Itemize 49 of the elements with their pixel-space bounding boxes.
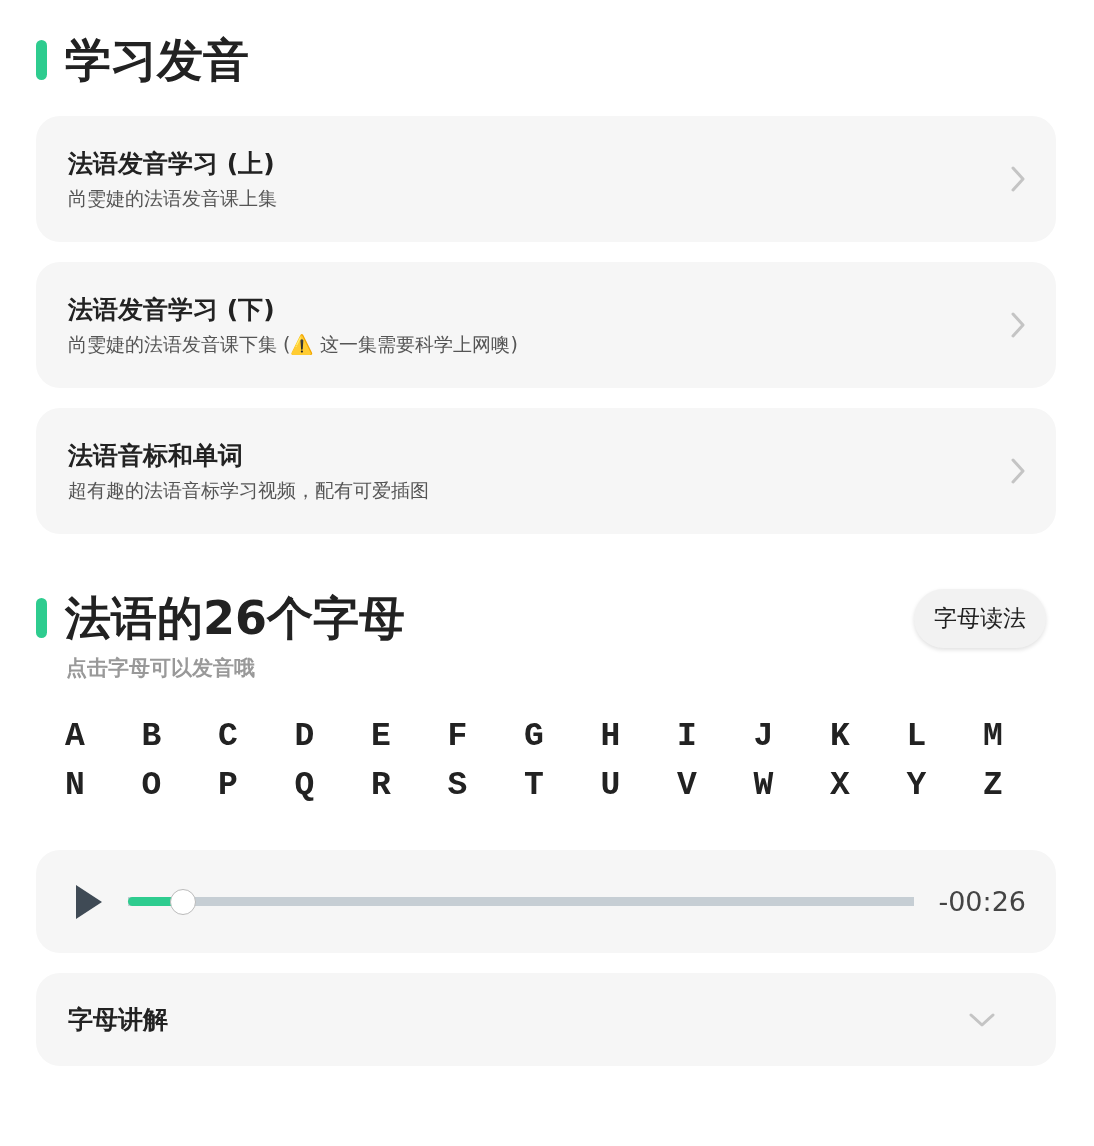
course-subtitle: 尚雯婕的法语发音课上集: [68, 185, 278, 211]
letter-key[interactable]: F: [442, 718, 473, 755]
course-card[interactable]: 法语发音学习 (下) 尚雯婕的法语发音课下集 (⚠ 这一集需要科学上网噢): [36, 262, 1056, 388]
letter-key[interactable]: C: [213, 718, 243, 755]
course-card[interactable]: 法语音标和单词 超有趣的法语音标学习视频，配有可爱插图: [36, 408, 1056, 534]
letter-key[interactable]: A: [60, 718, 90, 755]
course-subtitle: 尚雯婕的法语发音课下集 (⚠ 这一集需要科学上网噢): [68, 331, 519, 357]
letter-key[interactable]: Z: [978, 767, 1008, 804]
pronunciation-button[interactable]: 字母读法: [914, 588, 1046, 648]
letter-key[interactable]: B: [136, 718, 167, 755]
heading-accent: [36, 598, 47, 638]
letter-key[interactable]: H: [595, 718, 626, 755]
letter-key[interactable]: G: [519, 718, 549, 755]
course-card[interactable]: 法语发音学习 (上) 尚雯婕的法语发音课上集: [36, 116, 1056, 242]
chevron-right-icon: [1010, 311, 1026, 339]
heading-accent: [36, 40, 47, 80]
accordion-title: 字母讲解: [68, 1004, 168, 1036]
letter-key[interactable]: D: [289, 718, 320, 755]
course-title: 法语音标和单词: [68, 439, 244, 472]
letter-key[interactable]: E: [366, 718, 396, 755]
hint-text: 点击字母可以发音哦: [66, 655, 256, 682]
letter-key[interactable]: I: [672, 718, 702, 755]
letter-key[interactable]: U: [595, 767, 626, 804]
letter-key[interactable]: L: [901, 718, 932, 755]
course-title: 法语发音学习 (上): [68, 147, 276, 180]
section-heading: 学习发音: [65, 32, 249, 89]
letter-key[interactable]: T: [519, 767, 549, 804]
play-icon[interactable]: [74, 882, 104, 921]
course-subtitle: 超有趣的法语音标学习视频，配有可爱插图: [68, 477, 430, 503]
chevron-right-icon: [1010, 165, 1026, 193]
progress-thumb[interactable]: [170, 888, 197, 915]
letter-key[interactable]: M: [978, 718, 1008, 755]
letter-key[interactable]: N: [60, 767, 90, 804]
letter-key[interactable]: O: [136, 767, 167, 804]
section-heading: 法语的26个字母: [65, 590, 405, 647]
time-remaining: -00:26: [938, 886, 1026, 917]
chevron-right-icon: [1010, 457, 1026, 485]
letter-key[interactable]: X: [825, 767, 855, 804]
letter-key[interactable]: P: [213, 767, 243, 804]
letter-key[interactable]: R: [366, 767, 396, 804]
letter-key[interactable]: V: [672, 767, 702, 804]
letter-key[interactable]: Y: [901, 767, 932, 804]
letter-key[interactable]: W: [748, 767, 779, 804]
accordion-header[interactable]: 字母讲解: [36, 973, 1056, 1066]
letter-key[interactable]: S: [442, 767, 473, 804]
letter-key[interactable]: Q: [289, 767, 320, 804]
letter-key[interactable]: K: [825, 718, 855, 755]
course-title: 法语发音学习 (下): [68, 293, 276, 326]
letter-key[interactable]: J: [748, 718, 779, 755]
